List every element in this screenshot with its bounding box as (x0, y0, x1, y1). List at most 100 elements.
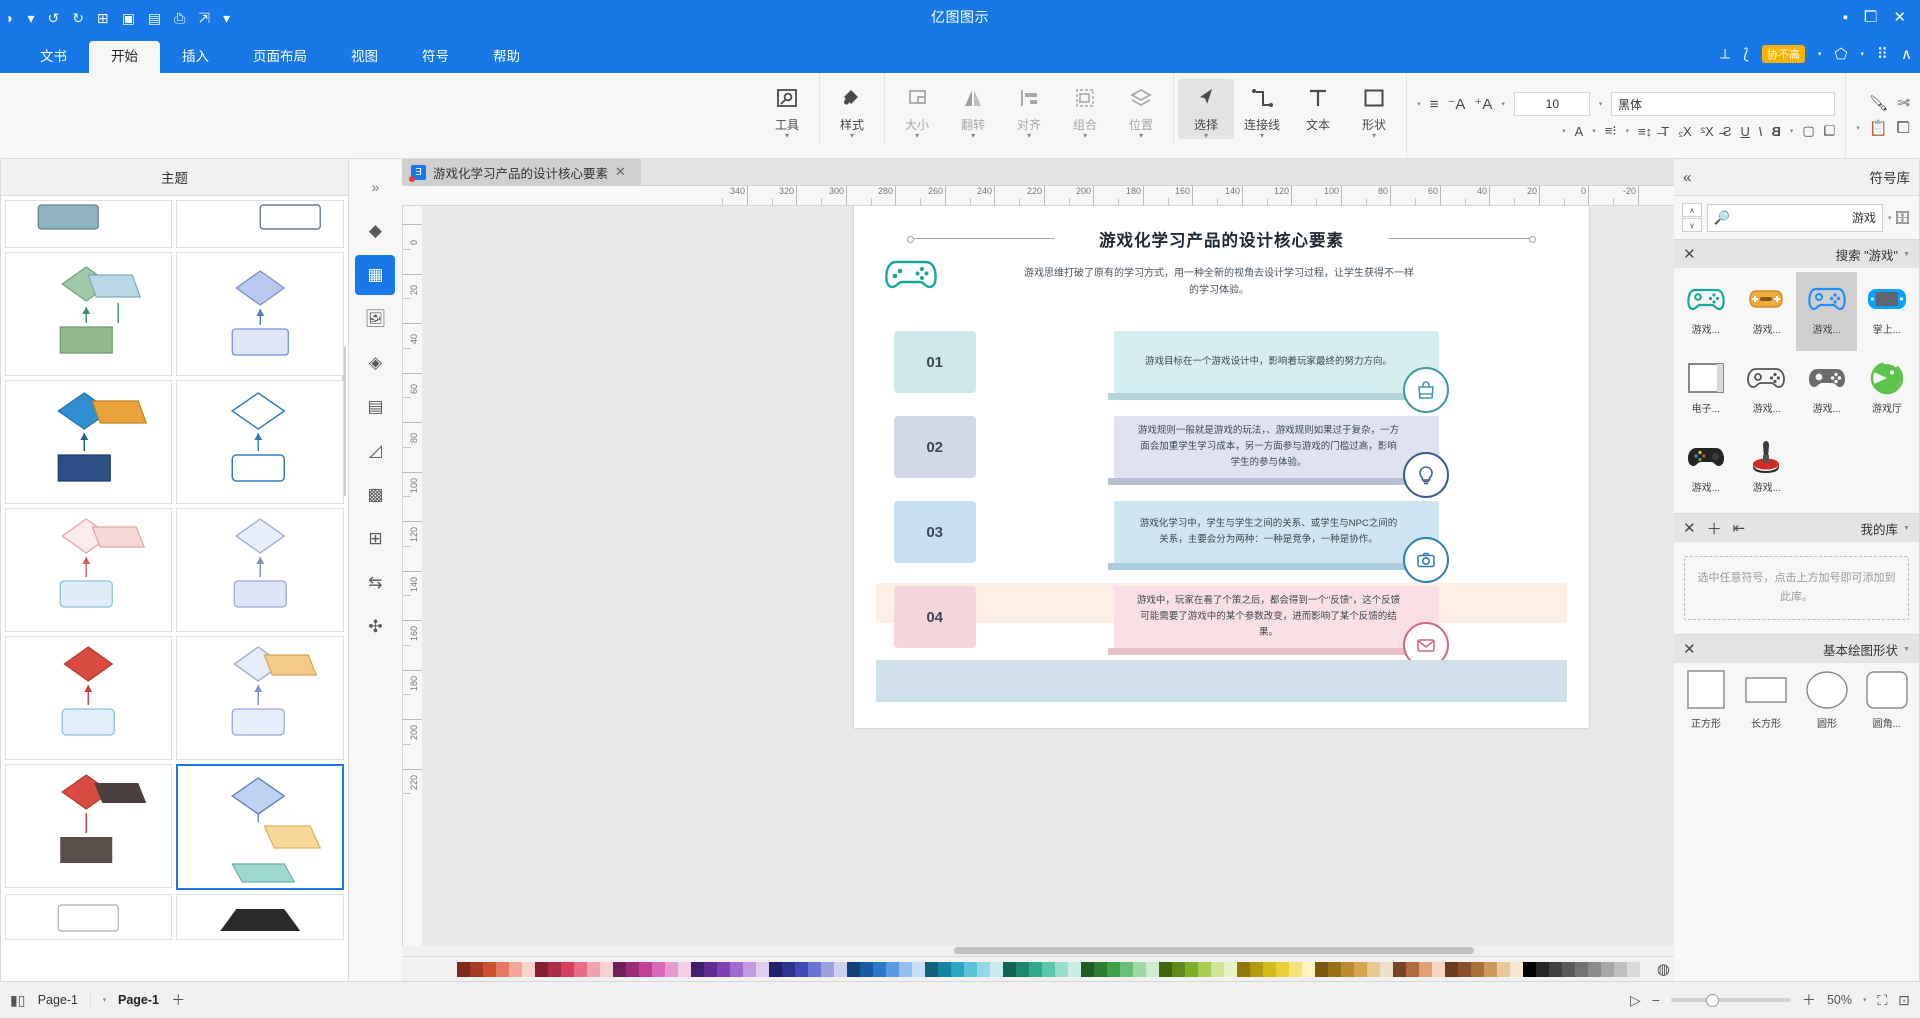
import-icon[interactable]: ⇥ (1733, 519, 1746, 537)
bullets-icon[interactable]: ⁝≡ (1605, 123, 1617, 139)
increase-font-icon[interactable]: A⁺ (1474, 95, 1492, 113)
chevron-down-icon-2[interactable]: ▾ (1818, 50, 1822, 58)
color-swatch[interactable] (1340, 961, 1354, 977)
color-swatch[interactable] (1483, 961, 1497, 977)
template-thumb[interactable] (176, 636, 344, 760)
symbol-item[interactable]: 游戏... (1796, 272, 1857, 351)
color-swatch[interactable] (1210, 961, 1224, 977)
color-swatch[interactable] (1236, 961, 1250, 977)
color-swatch[interactable] (1197, 961, 1211, 977)
document-page[interactable]: 游戏化学习产品的设计核心要素 游戏思维打破了原有的学习方式，用一种全新的视角去设… (854, 206, 1589, 728)
item-card[interactable]: 游戏规则一般就是游戏的玩法，、游戏规则如果过于复杂，一方面会加重学生学习成本，另… (1108, 416, 1439, 485)
color-swatch[interactable] (1353, 961, 1367, 977)
zoom-in-icon[interactable]: ＋ (1802, 990, 1816, 1010)
template-thumb[interactable] (176, 764, 344, 890)
symbol-item[interactable]: 游戏... (1797, 351, 1857, 430)
font-size-input[interactable]: 10 (1513, 92, 1590, 116)
color-swatch[interactable] (703, 961, 717, 977)
color-swatch[interactable] (820, 961, 834, 977)
tab-view[interactable]: 视图 (329, 41, 400, 73)
template-thumb[interactable] (5, 894, 173, 940)
table-icon[interactable]: ▩ (356, 475, 396, 515)
color-swatch[interactable] (1639, 961, 1653, 977)
chart-icon[interactable]: ◺ (356, 431, 396, 471)
style-caret-icon[interactable]: ▾ (1790, 127, 1794, 135)
color-swatch[interactable] (898, 961, 912, 977)
frame-icon[interactable]: ⊞ (356, 519, 396, 559)
tab-symbols[interactable]: 符号 (400, 41, 471, 73)
item-card[interactable]: 游戏中，玩家在看了个策之后，都会得到一个"反馈"，这个反馈可能需要了游戏中的某个… (1108, 586, 1439, 655)
presentation-icon[interactable]: ◁ (1630, 992, 1641, 1009)
ribbon-connector-button[interactable]: 连接线 ▾ (1234, 79, 1290, 140)
cut-icon[interactable]: ✄ (1897, 94, 1910, 112)
symbol-item[interactable]: 游戏... (1736, 272, 1796, 351)
color-swatch[interactable] (1522, 961, 1536, 977)
color-swatch[interactable] (651, 961, 665, 977)
save-icon[interactable]: ▤ (148, 10, 161, 26)
color-swatch[interactable] (1054, 961, 1068, 977)
stepper-up-icon[interactable]: ∧ (1682, 203, 1702, 217)
template-thumb[interactable] (5, 764, 173, 888)
caret-down-icon[interactable]: ▾ (223, 10, 230, 26)
close-icon[interactable]: ✕ (615, 164, 626, 180)
color-swatch[interactable] (794, 961, 808, 977)
close-icon[interactable]: ✕ (1683, 519, 1696, 537)
symbol-item[interactable] (1857, 430, 1917, 509)
color-swatch[interactable] (456, 961, 470, 977)
tab-file[interactable]: 文书 (18, 41, 89, 73)
search-icon[interactable]: 🔍 (1714, 210, 1730, 226)
color-swatch[interactable] (976, 961, 990, 977)
color-swatch[interactable] (1444, 961, 1458, 977)
color-swatch[interactable] (807, 961, 821, 977)
caret-down-icon-2[interactable]: ▾ (27, 10, 34, 26)
color-swatch[interactable] (1470, 961, 1484, 977)
color-swatch[interactable] (560, 961, 574, 977)
copy-icon[interactable]: ❐ (1897, 119, 1910, 137)
color-swatch[interactable] (781, 961, 795, 977)
select-caret-icon[interactable]: ▾ (1204, 131, 1208, 140)
ribbon-position-button[interactable]: 位置 ▾ (1113, 79, 1169, 140)
symbol-item[interactable]: 游戏... (1676, 272, 1736, 351)
color-swatch[interactable] (716, 961, 730, 977)
color-swatch[interactable] (1314, 961, 1328, 977)
fill-color-icon[interactable]: ◍ (1657, 960, 1670, 978)
italic-icon[interactable]: I (1759, 124, 1763, 139)
ribbon-tool-button[interactable]: 工具 ▾ (759, 79, 815, 140)
color-swatch[interactable] (521, 961, 535, 977)
bullets-caret-icon[interactable]: ▾ (1592, 127, 1596, 135)
paste-caret-icon[interactable]: ▾ (1856, 124, 1860, 132)
color-swatch[interactable] (846, 961, 860, 977)
decrease-font-icon[interactable]: A⁻ (1447, 95, 1465, 113)
symbol-item[interactable]: 游戏厅 (1857, 351, 1917, 430)
color-swatch[interactable] (989, 961, 1003, 977)
template-thumb[interactable] (176, 380, 344, 504)
flow-icon[interactable]: ⇄ (356, 563, 396, 603)
subscript-icon[interactable]: X₂ (1678, 124, 1692, 139)
underline-icon[interactable]: U (1740, 124, 1749, 139)
cloud-save-icon[interactable]: ▣ (122, 10, 135, 26)
template-thumb[interactable] (176, 252, 344, 376)
color-swatch[interactable] (508, 961, 522, 977)
shape-item[interactable]: 圆形 (1797, 669, 1857, 739)
color-swatch[interactable] (742, 961, 756, 977)
ribbon-shape-button[interactable]: 形状 ▾ (1346, 79, 1402, 140)
template-thumb[interactable] (176, 200, 344, 248)
ribbon-style-button[interactable]: 样式 ▾ (824, 79, 880, 140)
tab-help[interactable]: 帮助 (471, 41, 542, 73)
color-swatch[interactable] (1496, 961, 1510, 977)
redo-icon[interactable]: ↻ (48, 10, 60, 26)
color-swatch[interactable] (1418, 961, 1432, 977)
color-swatch[interactable] (1366, 961, 1380, 977)
color-swatch[interactable] (1405, 961, 1419, 977)
color-swatch[interactable] (1301, 961, 1315, 977)
cursor-tool-icon[interactable]: ⟆ (1743, 46, 1749, 63)
color-swatch[interactable] (1626, 961, 1640, 977)
chevron-down-icon[interactable]: ▾ (1861, 50, 1865, 58)
grid-icon[interactable]: ▦ (355, 255, 396, 295)
color-swatch[interactable] (1093, 961, 1107, 977)
line-spacing-icon[interactable]: ↕≡ (1638, 124, 1652, 139)
symbol-item[interactable]: 游戏... (1676, 430, 1736, 509)
align-text-icon[interactable]: ≡ (1430, 96, 1439, 113)
template-thumb[interactable] (5, 252, 173, 376)
spacing-caret-icon[interactable]: ▾ (1626, 127, 1630, 135)
